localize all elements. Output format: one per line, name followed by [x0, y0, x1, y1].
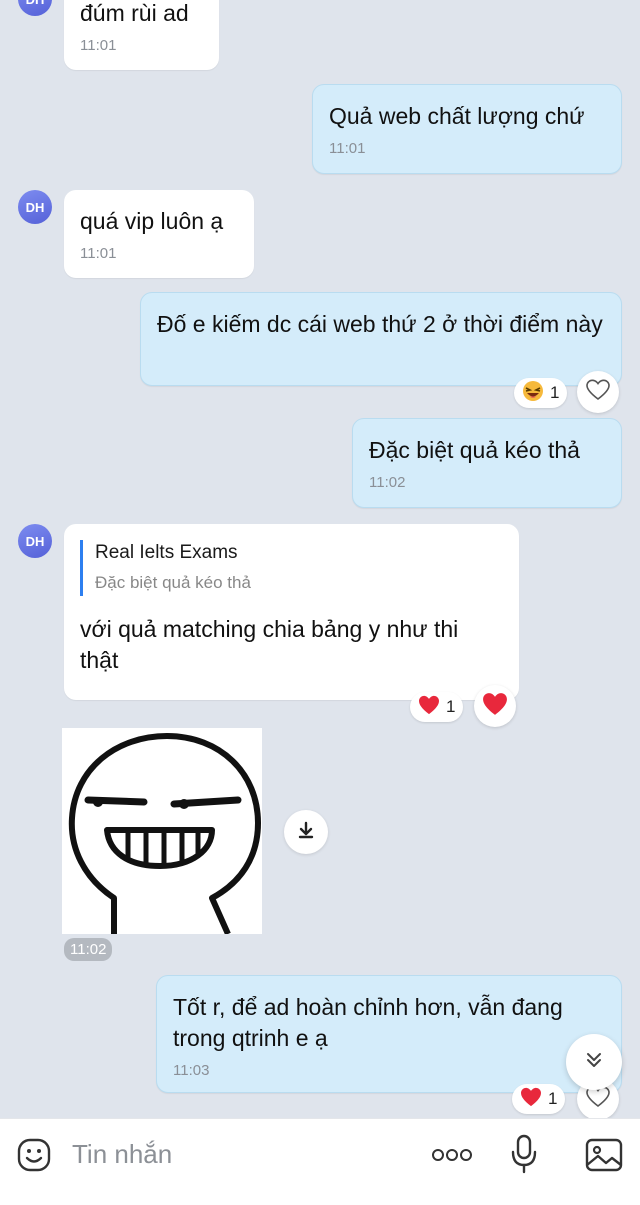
reaction-summary[interactable]: 1 — [512, 1084, 566, 1114]
react-button[interactable] — [577, 371, 619, 413]
avatar-initials: DH — [25, 199, 45, 215]
emoji-button[interactable] — [14, 1137, 54, 1177]
reaction-count: 1 — [550, 383, 560, 402]
download-arrow-icon — [296, 820, 316, 845]
red-heart-icon — [418, 695, 440, 720]
reaction-summary[interactable]: 1 — [410, 692, 464, 722]
incoming-message[interactable]: quá vip luôn ạ 11:01 — [64, 190, 254, 278]
incoming-reply-message[interactable]: Real Ielts Exams Đặc biệt quả kéo thả vớ… — [64, 524, 519, 700]
send-image-button[interactable] — [582, 1135, 626, 1179]
double-chevron-down-icon — [583, 1049, 605, 1076]
reaction-summary[interactable]: 1 — [514, 378, 568, 408]
message-text: Quả web chất lượng chứ — [329, 103, 585, 129]
red-heart-icon — [520, 1087, 542, 1112]
message-input-bar: Tin nhắn — [0, 1118, 640, 1205]
heart-outline-icon — [586, 378, 610, 406]
message-text: đúm rùi ad — [80, 0, 189, 26]
grinning-face-sticker — [62, 728, 262, 936]
more-options-button[interactable] — [428, 1143, 476, 1171]
message-time: 11:01 — [80, 37, 117, 54]
message-time: 11:01 — [80, 245, 117, 262]
avatar-initials: DH — [26, 0, 45, 7]
download-button[interactable] — [284, 810, 328, 854]
outgoing-message[interactable]: Quả web chất lượng chứ 11:01 — [312, 84, 622, 174]
message-input[interactable]: Tin nhắn — [72, 1139, 172, 1170]
outgoing-message[interactable]: Đặc biệt quả kéo thả 11:02 — [352, 418, 622, 508]
reaction-count: 1 — [446, 697, 456, 716]
avatar[interactable]: DH — [18, 190, 52, 224]
image-gallery-icon — [584, 1136, 624, 1179]
voice-record-button[interactable] — [508, 1134, 540, 1179]
message-text: với quả matching chia bảng y như thi thậ… — [80, 616, 459, 673]
scroll-to-bottom-button[interactable] — [566, 1034, 622, 1090]
message-text: quá vip luôn ạ — [80, 208, 224, 234]
message-text: Đố e kiếm dc cái web thứ 2 ở thời điểm n… — [157, 311, 603, 337]
quote-title: Real Ielts Exams — [95, 542, 238, 563]
sticker-time: 11:02 — [64, 938, 113, 961]
emoji-face-icon — [16, 1137, 52, 1178]
microphone-icon — [511, 1134, 537, 1179]
quoted-message[interactable]: Real Ielts Exams Đặc biệt quả kéo thả — [80, 540, 503, 596]
sticker[interactable] — [62, 728, 262, 936]
message-time: 11:01 — [329, 140, 366, 157]
message-text: Tốt r, để ad hoàn chỉnh hơn, vẫn đang tr… — [173, 994, 563, 1051]
outgoing-message[interactable]: Đố e kiếm dc cái web thứ 2 ở thời điểm n… — [140, 292, 622, 386]
laughing-face-icon — [522, 380, 544, 407]
message-time: 11:03 — [173, 1062, 210, 1079]
three-dots-icon — [431, 1148, 473, 1167]
red-heart-icon — [482, 692, 508, 721]
avatar[interactable]: DH — [18, 524, 52, 558]
avatar[interactable]: DH — [18, 0, 52, 16]
outgoing-message[interactable]: Tốt r, để ad hoàn chỉnh hơn, vẫn đang tr… — [156, 975, 622, 1093]
avatar-initials: DH — [25, 533, 45, 549]
message-text: Đặc biệt quả kéo thả — [369, 437, 580, 463]
reaction-count: 1 — [548, 1089, 558, 1108]
quote-text: Đặc biệt quả kéo thả — [95, 573, 251, 592]
message-time: 11:02 — [369, 474, 406, 491]
incoming-message[interactable]: đúm rùi ad 11:01 — [64, 0, 219, 70]
react-button[interactable] — [474, 685, 516, 727]
chat-area[interactable]: DH đúm rùi ad 11:01 Quả web chất lượng c… — [0, 0, 640, 1118]
